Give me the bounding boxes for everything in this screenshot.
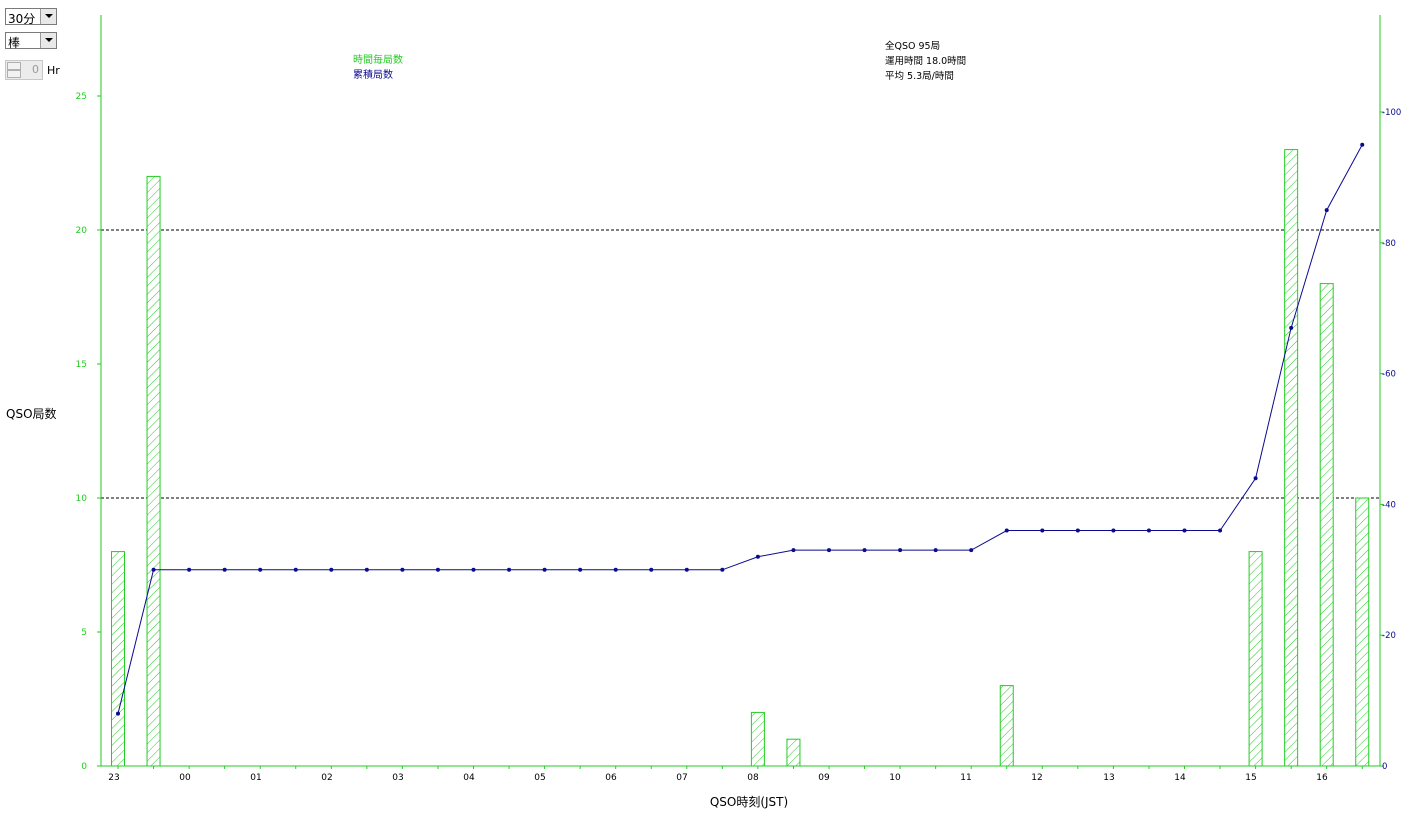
left-tick-label: 20 <box>76 226 88 236</box>
x-tick-label: 23 <box>108 773 119 783</box>
cumulative-line <box>117 144 1363 714</box>
data-point <box>1182 528 1187 533</box>
right-tick-label: -60 <box>1382 370 1396 380</box>
x-tick-label: 03 <box>392 773 403 783</box>
right-tick-label: -100 <box>1382 108 1401 118</box>
right-tick-label: 0 <box>1382 762 1387 772</box>
summary-average: 平均 5.3局/時間 <box>885 70 954 82</box>
left-tick-label: 0 <box>81 762 87 772</box>
data-point <box>258 567 263 572</box>
x-tick-label: 01 <box>250 773 261 783</box>
bar <box>111 551 125 767</box>
data-point <box>1218 528 1223 533</box>
data-point <box>1004 528 1009 533</box>
data-point <box>1324 208 1329 213</box>
data-point <box>649 567 654 572</box>
x-tick-label: 13 <box>1103 773 1114 783</box>
line-series <box>116 142 1365 716</box>
left-tick-label: 10 <box>76 494 88 504</box>
data-point <box>862 548 867 553</box>
left-tick-label: 5 <box>81 628 87 638</box>
data-point <box>364 567 369 572</box>
data-point <box>116 711 120 716</box>
qso-chart: 05101520250-20-40-60-80-10023 00 01 02 03 04 0… <box>6 15 1401 809</box>
data-point <box>542 567 547 572</box>
data-point <box>578 567 583 572</box>
data-point <box>1075 528 1080 533</box>
bar <box>1248 551 1263 767</box>
data-point <box>791 548 796 553</box>
legend-cumulative: 累積局数 <box>353 68 393 81</box>
x-tick-label: 16 <box>1316 773 1328 783</box>
bar <box>146 175 161 767</box>
x-tick-label: 02 <box>321 773 332 783</box>
x-tick-label: 06 <box>605 773 617 783</box>
data-point <box>755 554 760 559</box>
summary-duration: 運用時間 18.0時間 <box>885 56 966 67</box>
x-tick-label: 11 <box>960 773 971 783</box>
data-point <box>400 567 405 572</box>
right-tick-label: -20 <box>1382 631 1396 641</box>
x-tick-label: 08 <box>747 773 759 783</box>
left-tick-label: 25 <box>76 92 87 102</box>
data-point <box>684 567 689 572</box>
bar <box>750 711 765 767</box>
bar <box>1284 149 1299 767</box>
data-point <box>613 567 618 572</box>
bar <box>999 685 1014 767</box>
bar <box>786 738 801 767</box>
data-point <box>1253 476 1258 481</box>
data-point <box>222 567 227 572</box>
data-point <box>471 567 476 572</box>
data-point <box>151 567 156 572</box>
data-point <box>1111 528 1116 533</box>
x-tick-label: 04 <box>463 773 475 783</box>
x-tick-label: 14 <box>1174 773 1186 783</box>
data-point <box>898 548 903 553</box>
bar <box>1355 497 1370 767</box>
right-tick-label: -80 <box>1382 239 1396 249</box>
data-point <box>329 567 334 572</box>
x-axis-label: QSO時刻(JST) <box>710 795 788 809</box>
data-point <box>1289 325 1294 330</box>
x-tick-label: 07 <box>676 773 687 783</box>
x-tick-label: 12 <box>1031 773 1042 783</box>
x-tick-label: 10 <box>889 773 901 783</box>
data-point <box>1040 528 1045 533</box>
data-point <box>827 548 831 553</box>
data-point <box>293 567 298 572</box>
data-point <box>1360 142 1365 147</box>
legend-per-hour: 時間毎局数 <box>353 53 403 66</box>
x-tick-label: 09 <box>818 773 830 783</box>
left-tick-label: 15 <box>76 360 87 370</box>
right-tick-label: -40 <box>1382 500 1396 510</box>
data-point <box>720 567 725 572</box>
bar <box>1319 283 1334 767</box>
data-point <box>933 548 938 553</box>
x-tick-label: 00 <box>179 773 191 783</box>
data-point <box>187 567 192 572</box>
data-point <box>969 548 974 553</box>
summary-total: 全QSO 95局 <box>885 40 940 52</box>
gridlines <box>101 229 1380 499</box>
bar-series <box>111 149 1370 767</box>
data-point <box>1146 528 1151 533</box>
y-axis-label: QSO局数 <box>6 406 57 421</box>
axes: 05101520250-20-40-60-80-10023 00 01 02 03 04 0… <box>76 15 1401 783</box>
x-tick-label: 15 <box>1245 773 1256 783</box>
data-point <box>507 567 512 572</box>
x-tick-label: 05 <box>534 773 545 783</box>
data-point <box>435 567 440 572</box>
